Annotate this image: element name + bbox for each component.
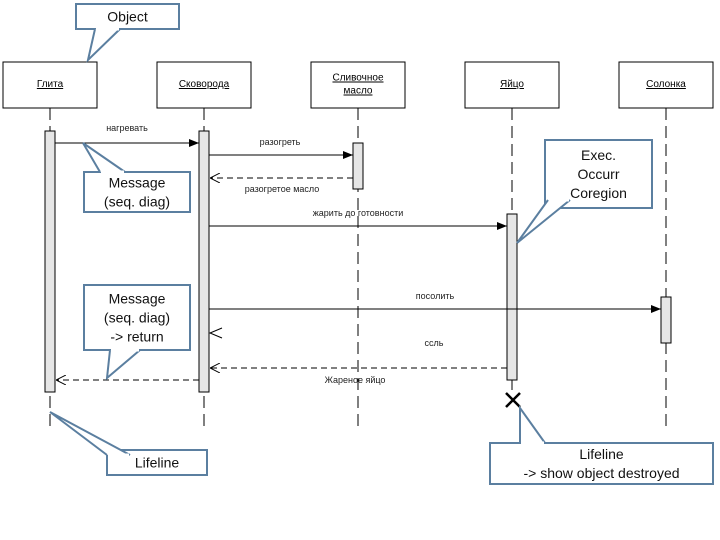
- callout-note-3: Exec. Occurr Coregion: [516, 139, 653, 244]
- callout-note-5: Lifeline -> show object destroyed: [489, 404, 714, 485]
- callout-text: Coregion: [570, 185, 627, 201]
- object-2: Сливочное масло: [310, 61, 406, 109]
- object-3: Яйцо: [464, 61, 560, 109]
- callout-pointer: [105, 349, 141, 381]
- callout-pointer: [82, 142, 126, 173]
- message-0: нагревать: [55, 123, 199, 147]
- activation-bar: [352, 142, 364, 190]
- object-1: Сковорода: [156, 61, 252, 109]
- destroy-x-icon: [505, 392, 521, 408]
- object-label: Сливочное: [332, 73, 383, 84]
- message-label: жарить до готовности: [313, 208, 403, 218]
- object-label: Глита: [37, 79, 64, 90]
- callout-text: -> return: [110, 329, 163, 345]
- sequence-diagram: Глита СковородаСливочноемаслоЯйцо Солонка …: [2, 3, 714, 485]
- callout-text: Message: [109, 291, 166, 307]
- message-5: ссль: [208, 327, 444, 348]
- activation-bar: [506, 213, 518, 381]
- activation-bar: [660, 296, 672, 344]
- message-label: Жареное яйцо: [325, 375, 386, 385]
- message-label: нагревать: [106, 123, 148, 133]
- object-0: Глита: [2, 61, 98, 109]
- callout-text: (seq. diag): [104, 310, 170, 326]
- callout-note-2: Message (seq. diag) -> return: [83, 284, 191, 381]
- message-1: разогреть: [209, 137, 353, 159]
- callout-pointer: [86, 28, 121, 64]
- callout-text: Object: [107, 9, 148, 25]
- message-label: посолить: [416, 291, 455, 301]
- callout-text: -> show object destroyed: [523, 465, 679, 481]
- activation-bar: [198, 130, 210, 393]
- object-label: масло: [344, 86, 373, 97]
- callout-text: Lifeline: [579, 446, 624, 462]
- object-label: Сковорода: [179, 79, 230, 90]
- callout-text: Message: [109, 175, 166, 191]
- callout-pointer: [519, 404, 546, 444]
- message-4: посолить: [209, 291, 661, 313]
- message-label: ссль: [425, 338, 444, 348]
- callout-pointer: [516, 199, 571, 244]
- callout-text: (seq. diag): [104, 194, 170, 210]
- callout-text: Lifeline: [135, 455, 180, 471]
- message-label: разогретое масло: [245, 184, 320, 194]
- message-label: разогреть: [260, 137, 301, 147]
- callout-text: Occurr: [578, 166, 620, 182]
- object-label: Яйцо: [500, 79, 524, 90]
- callout-note-4: Lifeline: [49, 411, 208, 476]
- callout-pointer: [49, 411, 131, 456]
- message-7: Жареное яйцо: [56, 375, 385, 385]
- callout-text: Exec.: [581, 147, 616, 163]
- callout-note-0: Object: [75, 3, 180, 64]
- object-label: Солонка: [646, 79, 686, 90]
- arrowhead-icon: [208, 327, 223, 339]
- callout-note-1: Message (seq. diag): [82, 142, 191, 213]
- activation-bar: [44, 130, 56, 393]
- object-4: Солонка: [618, 61, 714, 109]
- message-2: разогретое масло: [210, 178, 353, 194]
